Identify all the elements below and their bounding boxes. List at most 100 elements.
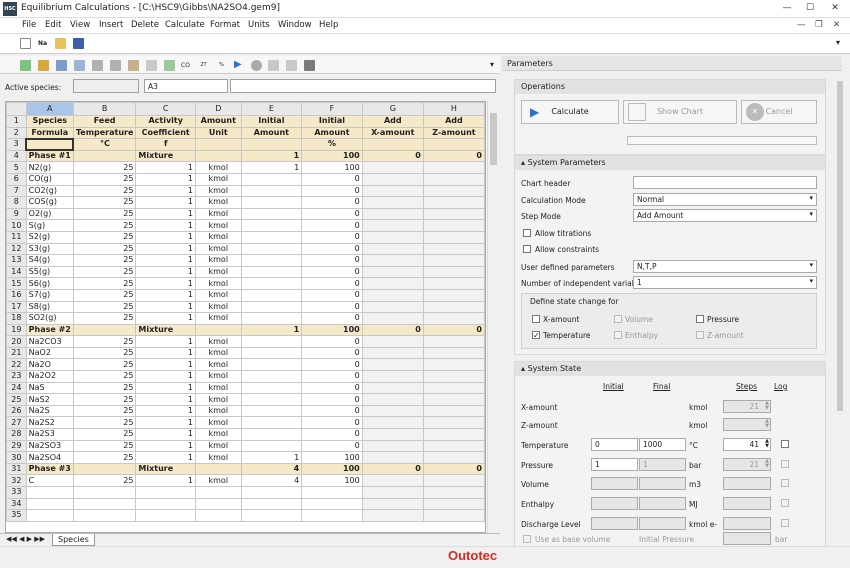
grid-cell[interactable]: 1 (135, 346, 196, 360)
grid-cell[interactable] (422, 312, 485, 325)
grid-cell[interactable]: 0 (301, 254, 363, 267)
grid-cell[interactable]: 0 (361, 149, 424, 163)
row-header[interactable]: 25 (6, 393, 27, 406)
grid-cell[interactable]: 25 (72, 230, 137, 244)
header-cell[interactable]: Temperature (72, 126, 137, 140)
grid-cell[interactable] (361, 509, 424, 522)
grid-cell[interactable]: 0 (301, 335, 363, 348)
header-cell[interactable]: Species (25, 115, 74, 128)
grid-cell[interactable]: kmol (194, 277, 242, 290)
grid-cell[interactable]: 1 (135, 404, 196, 418)
state-initial-input[interactable]: 1 (591, 458, 638, 471)
reaction-icon[interactable]: 2T (198, 60, 209, 71)
grid-cell[interactable] (361, 254, 424, 267)
temperature-checkbox[interactable]: ✓ (532, 331, 540, 340)
grid-cell[interactable] (135, 486, 196, 499)
row-header[interactable]: 29 (6, 439, 27, 453)
mdi-close-icon[interactable]: ✕ (833, 20, 840, 30)
grid-cell[interactable] (422, 300, 485, 314)
grid-cell[interactable]: 100 (301, 474, 363, 487)
grid-cell[interactable]: 1 (135, 300, 196, 314)
active-species-name-field[interactable] (73, 79, 139, 93)
grid-cell[interactable]: kmol (194, 451, 242, 464)
row-header[interactable]: 3 (6, 138, 27, 151)
grid-cell[interactable]: 25 (72, 416, 137, 430)
x-amount-checkbox[interactable] (532, 315, 540, 323)
grid-cell[interactable]: 1 (135, 335, 196, 348)
menu-window[interactable]: Window (278, 20, 312, 30)
row-header[interactable]: 4 (6, 149, 27, 163)
grid-cell[interactable] (422, 207, 485, 221)
row-header[interactable]: 9 (6, 207, 27, 221)
header-cell[interactable]: Amount (240, 126, 303, 140)
chart-icon[interactable] (286, 60, 297, 71)
grid-cell[interactable]: Mixture (135, 323, 196, 337)
grid-cell[interactable] (422, 161, 485, 174)
grid-cell[interactable]: 25 (72, 219, 137, 232)
diagram-icon[interactable] (304, 60, 315, 71)
grid-cell[interactable] (422, 172, 485, 186)
sort-icon[interactable] (128, 60, 139, 71)
grid-cell[interactable]: 0 (301, 381, 363, 395)
grid-cell[interactable]: kmol (194, 393, 242, 406)
grid-cell[interactable]: Na2O2 (25, 370, 74, 383)
row-header[interactable]: 1 (6, 115, 27, 128)
grid-cell[interactable] (240, 265, 303, 279)
grid-cell[interactable] (240, 358, 303, 372)
row-header[interactable]: 22 (6, 358, 27, 372)
row-header[interactable]: 35 (6, 509, 27, 522)
grid-cell[interactable]: 25 (72, 254, 137, 267)
grid-cell[interactable]: 1 (135, 416, 196, 430)
column-header-d[interactable]: D (194, 102, 242, 116)
grid-cell[interactable]: COS(g) (25, 196, 74, 209)
grid-cell[interactable] (240, 428, 303, 441)
grid-cell[interactable]: 0 (301, 219, 363, 232)
grid-cell[interactable] (361, 230, 424, 244)
row-header[interactable]: 10 (6, 219, 27, 232)
show-chart-button[interactable]: Show Chart (623, 100, 737, 124)
grid-cell[interactable]: 25 (72, 312, 137, 325)
grid-cell[interactable]: 25 (72, 358, 137, 372)
cell-reference-field[interactable]: A3 (144, 79, 228, 93)
play-icon[interactable]: ▶ (234, 60, 245, 71)
udp-select[interactable]: N,T,P ▾ (633, 260, 817, 273)
row-header[interactable]: 8 (6, 196, 27, 209)
state-steps-spinner[interactable]: 41 ▲ ▼ (723, 438, 771, 451)
grid-cell[interactable]: 25 (72, 404, 137, 418)
grid-cell[interactable]: 1 (135, 451, 196, 464)
header-cell[interactable]: X-amount (361, 126, 424, 140)
grid-cell[interactable]: CO(g) (25, 172, 74, 186)
grid-cell[interactable] (361, 346, 424, 360)
grid-cell[interactable]: 25 (72, 381, 137, 395)
row-header[interactable]: 19 (6, 323, 27, 337)
grid-cell[interactable]: 1 (135, 439, 196, 453)
grid-cell[interactable] (422, 404, 485, 418)
grid-cell[interactable] (72, 149, 137, 163)
menu-format[interactable]: Format (210, 20, 240, 30)
grid-cell[interactable]: Phase #2 (25, 323, 74, 337)
header-cell[interactable]: % (301, 138, 363, 151)
grid-cell[interactable] (422, 381, 485, 395)
grid-cell[interactable] (240, 312, 303, 325)
grid-cell[interactable] (240, 242, 303, 256)
grid-cell[interactable] (240, 207, 303, 221)
grid-cell[interactable]: Na2SO3 (25, 439, 74, 453)
grid-cell[interactable]: 25 (72, 277, 137, 290)
grid-cell[interactable]: kmol (194, 404, 242, 418)
column-header-f[interactable]: F (301, 102, 363, 116)
grid-cell[interactable] (240, 172, 303, 186)
grid-cell[interactable] (361, 451, 424, 464)
grid-cell[interactable]: 1 (240, 323, 303, 337)
panel-vertical-scrollbar[interactable] (835, 71, 845, 546)
grid-cell[interactable]: 1 (240, 149, 303, 163)
grid-cell[interactable] (361, 393, 424, 406)
row-header[interactable]: 13 (6, 254, 27, 267)
sheet-tab-species[interactable]: Species (52, 534, 95, 546)
grid-cell[interactable]: 0 (301, 439, 363, 453)
grid-cell[interactable] (194, 509, 242, 522)
grid-cell[interactable] (361, 277, 424, 290)
grid-cell[interactable]: Phase #3 (25, 462, 74, 476)
row-header[interactable]: 32 (6, 474, 27, 487)
row-header[interactable]: 33 (6, 486, 27, 499)
menu-view[interactable]: View (70, 20, 90, 30)
